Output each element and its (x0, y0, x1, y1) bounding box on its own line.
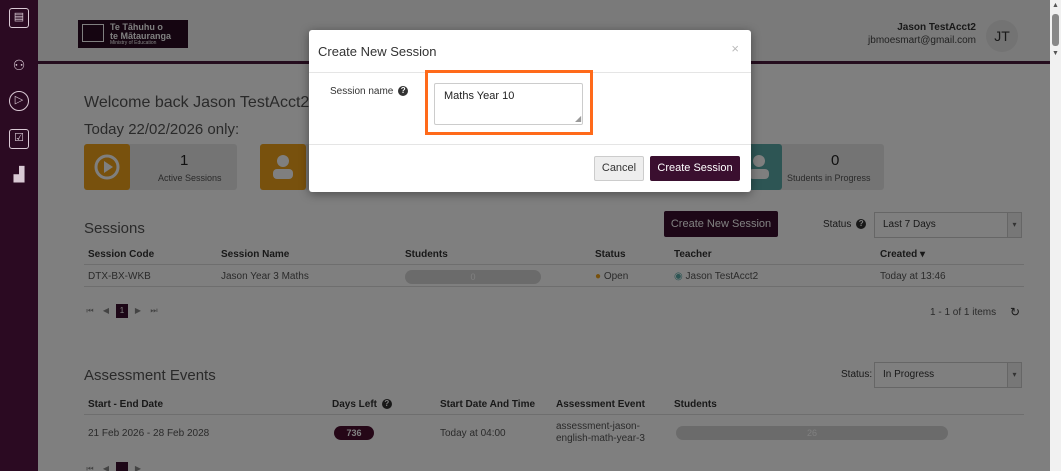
resize-grip-icon[interactable]: ◢ (575, 114, 581, 123)
close-icon[interactable]: × (731, 41, 739, 56)
create-session-button[interactable]: Create Session (650, 156, 740, 181)
scrollbar[interactable]: ▲ ▼ (1050, 0, 1061, 471)
create-session-dialog: Create New Session × Session name ? Math… (309, 30, 751, 192)
play-circle-icon[interactable]: ▷ (9, 91, 29, 111)
help-icon[interactable]: ? (398, 86, 409, 97)
bar-chart-icon[interactable]: ▟ (9, 166, 29, 186)
session-name-input[interactable]: Maths Year 10 (434, 83, 583, 125)
dialog-title: Create New Session (318, 44, 437, 59)
dialog-footer-divider (309, 144, 751, 145)
sidebar: ▤ ⚇ ▷ ☑ ▟ (0, 0, 38, 471)
scroll-up-icon[interactable]: ▲ (1052, 2, 1059, 9)
scroll-down-icon[interactable]: ▼ (1052, 50, 1059, 57)
people-icon[interactable]: ⚇ (9, 57, 29, 77)
checklist-icon[interactable]: ☑ (9, 129, 29, 149)
session-name-label: Session name ? (330, 86, 409, 97)
book-icon[interactable]: ▤ (9, 8, 29, 28)
scroll-thumb[interactable] (1052, 14, 1059, 46)
cancel-button[interactable]: Cancel (594, 156, 644, 181)
